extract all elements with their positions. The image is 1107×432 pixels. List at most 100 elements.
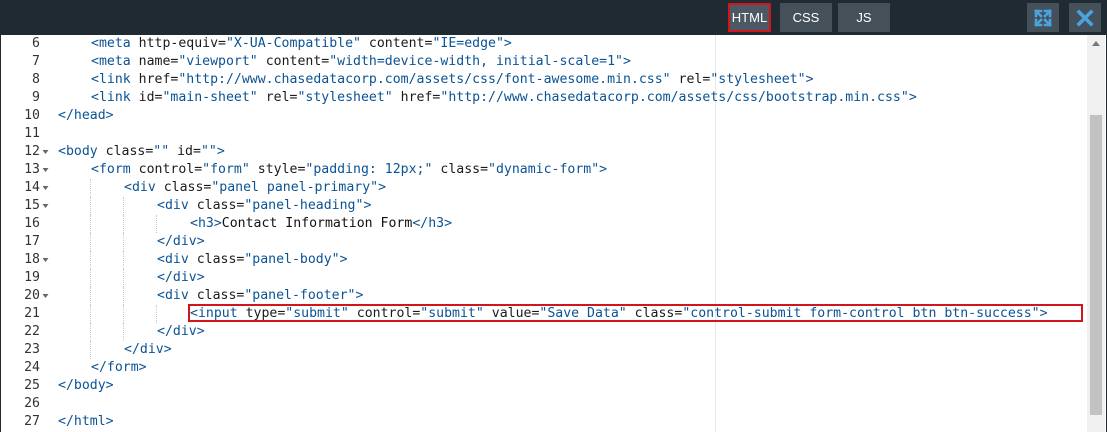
line-number: 24: [24, 360, 40, 375]
code-token: <meta: [91, 54, 139, 69]
code-line[interactable]: 17 </div>: [2, 233, 1087, 251]
line-number: 15: [24, 198, 40, 213]
code-line[interactable]: 22 </div>: [2, 323, 1087, 341]
line-number: 10: [24, 108, 40, 123]
code-token: >: [216, 144, 225, 159]
editor-toolbar: HTML CSS JS: [1, 0, 1107, 35]
code-token: control=: [348, 306, 421, 321]
code-token: "submit": [285, 306, 349, 321]
code-token: http-equiv=: [138, 36, 226, 51]
indent-guide: [90, 251, 91, 269]
code-line[interactable]: 14 <div class="panel panel-primary">: [2, 179, 1087, 197]
code-line[interactable]: 10 </head>: [2, 107, 1087, 125]
vertical-scrollbar[interactable]: [1087, 35, 1105, 432]
code-token: "form": [202, 162, 250, 177]
code-text: <input type="submit" control="submit" va…: [190, 305, 1048, 323]
code-text: </form>: [91, 359, 147, 377]
code-text: <link href="http://www.chasedatacorp.com…: [91, 71, 814, 89]
code-text: </body>: [58, 377, 114, 395]
code-line[interactable]: 20 <div class="panel-footer">: [2, 287, 1087, 305]
code-token: class=: [432, 162, 489, 177]
close-icon: [1076, 8, 1094, 27]
indent-guide: [90, 323, 91, 341]
scroll-up-arrow-icon[interactable]: [1087, 37, 1105, 49]
line-number: 16: [24, 216, 40, 231]
tab-css[interactable]: CSS: [780, 3, 832, 32]
code-token: "control-submit form-control btn btn-suc…: [682, 306, 1040, 321]
code-line[interactable]: 16 <h3>Contact Information Form</h3>: [2, 215, 1087, 233]
indent-guide: [123, 215, 124, 233]
indent-guide: [90, 341, 91, 359]
code-token: <link: [91, 90, 139, 105]
code-line[interactable]: 27 </html>: [2, 413, 1087, 431]
code-token: "": [153, 144, 170, 159]
indent-guide: [123, 287, 124, 305]
code-token: class=: [196, 198, 245, 213]
code-token: "padding: 12px;": [305, 162, 433, 177]
line-number: 17: [24, 234, 40, 249]
code-line[interactable]: 21 <input type="submit" control="submit" …: [2, 305, 1087, 323]
code-token: "http://www.chasedatacorp.com/assets/css…: [440, 90, 909, 105]
scroll-thumb[interactable]: [1090, 115, 1102, 415]
code-token: content=: [257, 54, 330, 69]
tab-html[interactable]: HTML: [728, 3, 771, 32]
code-line[interactable]: 7 <meta name="viewport" content="width=de…: [2, 53, 1087, 71]
code-token: >: [622, 54, 631, 69]
code-text: <body class="" id="">: [58, 143, 225, 161]
code-line[interactable]: 25 </body>: [2, 377, 1087, 395]
code-token: </div>: [157, 270, 205, 285]
code-token: </div>: [157, 324, 205, 339]
code-text: <div class="panel panel-primary">: [124, 179, 386, 197]
expand-button[interactable]: [1027, 3, 1059, 32]
code-token: Contact Information Form: [221, 216, 413, 231]
code-token: rel=: [670, 72, 711, 87]
code-token: >: [355, 288, 364, 303]
code-token: "Save Data": [539, 306, 627, 321]
code-token: >: [339, 252, 348, 267]
line-number: 14: [24, 180, 40, 195]
code-token: >: [1039, 306, 1048, 321]
code-text: </div>: [157, 233, 205, 251]
code-line[interactable]: 9 <link id="main-sheet" rel="stylesheet" …: [2, 89, 1087, 107]
code-text: <meta http-equiv="X-UA-Compatible" conte…: [91, 35, 512, 53]
line-number: 18: [24, 252, 40, 267]
code-token: "panel-heading": [244, 198, 364, 213]
close-button[interactable]: [1069, 3, 1101, 32]
line-number: 13: [24, 162, 40, 177]
code-text: <link id="main-sheet" rel="stylesheet" h…: [91, 89, 917, 107]
code-line[interactable]: 12 <body class="" id="">: [2, 143, 1087, 161]
code-token: "stylesheet": [297, 90, 393, 105]
indent-guide: [123, 233, 124, 251]
code-token: >: [363, 198, 372, 213]
line-number: 25: [24, 378, 40, 393]
code-token: id=: [138, 90, 163, 105]
code-line[interactable]: 24 </form>: [2, 359, 1087, 377]
code-line[interactable]: 6 <meta http-equiv="X-UA-Compatible" cont…: [2, 35, 1087, 53]
code-line[interactable]: 19 </div>: [2, 269, 1087, 287]
indent-guide: [90, 233, 91, 251]
code-text: <meta name="viewport" content="width=dev…: [91, 53, 631, 71]
code-token: >: [503, 36, 512, 51]
code-line[interactable]: 11: [2, 125, 1087, 143]
code-line[interactable]: 23 </div>: [2, 341, 1087, 359]
code-line[interactable]: 8 <link href="http://www.chasedatacorp.co…: [2, 71, 1087, 89]
code-token: class=: [196, 288, 245, 303]
code-line[interactable]: 15 <div class="panel-heading">: [2, 197, 1087, 215]
code-token: <meta: [91, 36, 139, 51]
code-token: "main-sheet": [162, 90, 258, 105]
code-area[interactable]: 6 <meta http-equiv="X-UA-Compatible" cont…: [2, 35, 1087, 432]
tab-js[interactable]: JS: [838, 3, 890, 32]
line-number: 20: [24, 288, 40, 303]
code-token: "panel-footer": [244, 288, 356, 303]
code-token: control=: [138, 162, 203, 177]
code-line[interactable]: 26: [2, 395, 1087, 413]
code-line[interactable]: 18 <div class="panel-body">: [2, 251, 1087, 269]
code-token: style=: [249, 162, 306, 177]
code-line[interactable]: 13 <form control="form" style="padding: 1…: [2, 161, 1087, 179]
code-token: "panel panel-primary": [211, 180, 379, 195]
code-token: rel=: [257, 90, 298, 105]
code-token: "": [200, 144, 217, 159]
code-token: </html>: [58, 414, 114, 429]
line-number: 21: [24, 306, 40, 321]
indent-guide: [123, 269, 124, 287]
